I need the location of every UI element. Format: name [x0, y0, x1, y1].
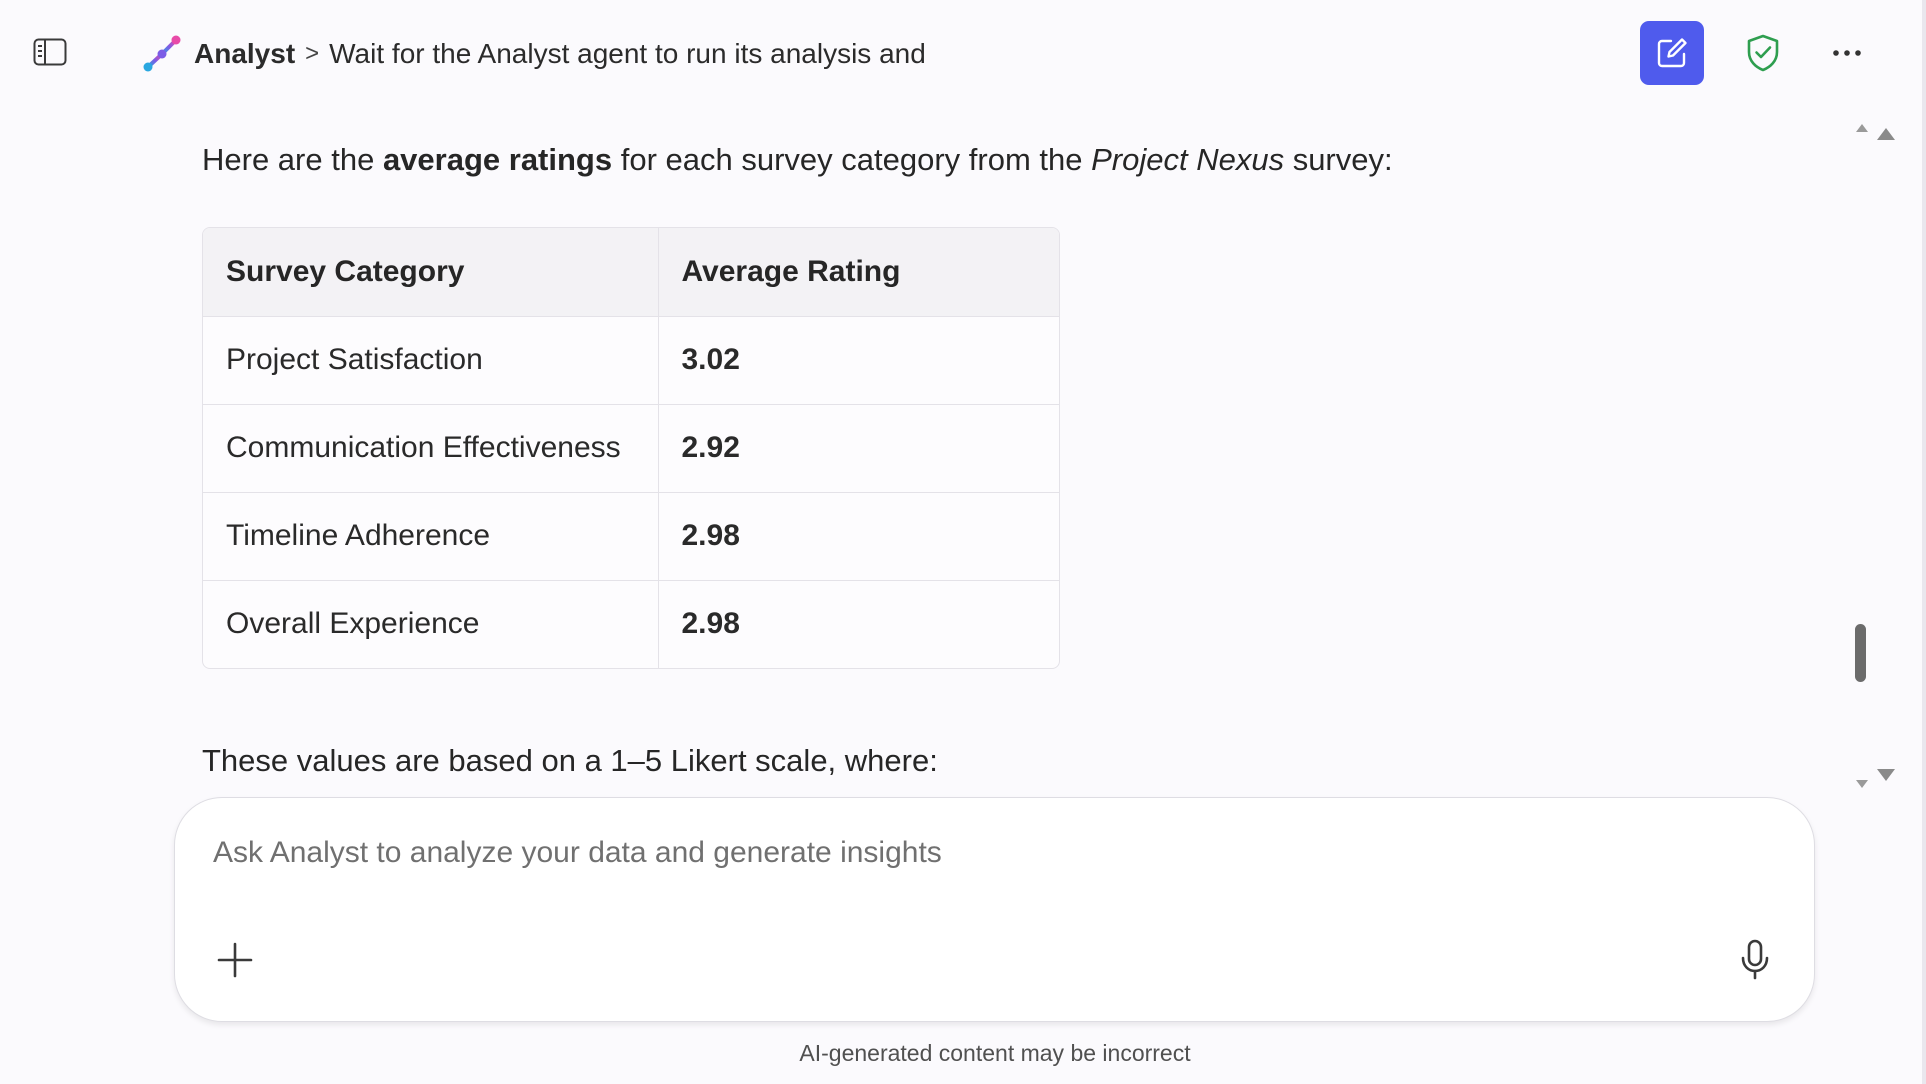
message-input[interactable] [213, 828, 1713, 878]
scroll-down-arrow-icon[interactable] [1855, 779, 1869, 789]
table-row: Timeline Adherence 2.98 [203, 492, 1059, 581]
response-intro: Here are the average ratings for each su… [202, 142, 1393, 178]
table-row: Overall Experience 2.98 [203, 580, 1059, 668]
analyst-window: Analyst > Wait for the Analyst agent to … [0, 0, 1926, 1084]
breadcrumb-separator: > [305, 40, 320, 67]
more-options-button[interactable] [1822, 28, 1872, 78]
ai-disclaimer: AI-generated content may be incorrect [799, 1040, 1191, 1066]
category-cell: Project Satisfaction [203, 316, 659, 405]
table-row: Project Satisfaction 3.02 [203, 316, 1059, 405]
new-chat-button[interactable] [1640, 21, 1704, 85]
breadcrumb: Analyst > Wait for the Analyst agent to … [194, 36, 926, 72]
intro-prefix: Here are the [202, 142, 383, 177]
scrollbar-thumb[interactable] [1855, 624, 1866, 682]
plus-icon [217, 942, 253, 978]
compose-icon [1657, 38, 1687, 68]
microphone-button[interactable] [1733, 938, 1777, 982]
column-header-rating: Average Rating [658, 228, 1059, 317]
window-edge [1922, 0, 1926, 1084]
table-row: Communication Effectiveness 2.92 [203, 404, 1059, 493]
intro-middle: for each survey category from the [612, 142, 1092, 177]
table-header-row: Survey Category Average Rating [203, 228, 1059, 317]
category-cell: Timeline Adherence [203, 492, 659, 581]
rating-cell: 3.02 [658, 316, 1059, 405]
conversation-title: Wait for the Analyst agent to run its an… [329, 38, 926, 69]
shield-check-icon [1747, 34, 1779, 72]
conversation-area: Here are the average ratings for each su… [0, 106, 1900, 796]
category-cell: Overall Experience [203, 580, 659, 668]
microphone-icon [1741, 939, 1769, 980]
column-header-category: Survey Category [203, 228, 659, 317]
sidebar-toggle-icon [33, 38, 67, 66]
header: Analyst > Wait for the Analyst agent to … [0, 0, 1926, 106]
attach-button[interactable] [213, 938, 257, 982]
intro-italic: Project Nexus [1091, 142, 1285, 177]
scroll-down-arrow-icon[interactable] [1876, 768, 1896, 782]
sidebar-toggle-button[interactable] [30, 32, 70, 72]
intro-suffix: survey: [1284, 142, 1393, 177]
response-followup: These values are based on a 1–5 Likert s… [202, 743, 938, 778]
ratings-table: Survey Category Average Rating Project S… [202, 227, 1060, 669]
breadcrumb-app-name[interactable]: Analyst [194, 38, 295, 70]
message-composer [174, 797, 1815, 1022]
intro-bold: average ratings [382, 142, 613, 177]
rating-cell: 2.98 [681, 607, 740, 641]
analyst-logo-icon [143, 35, 181, 72]
protection-status-button[interactable] [1738, 28, 1788, 78]
scroll-up-arrow-icon[interactable] [1855, 123, 1869, 133]
scroll-up-arrow-icon[interactable] [1876, 127, 1896, 141]
category-cell: Communication Effectiveness [203, 404, 659, 493]
more-horizontal-icon [1833, 50, 1861, 56]
rating-cell: 2.98 [658, 492, 1059, 581]
rating-cell: 2.92 [658, 404, 1059, 493]
